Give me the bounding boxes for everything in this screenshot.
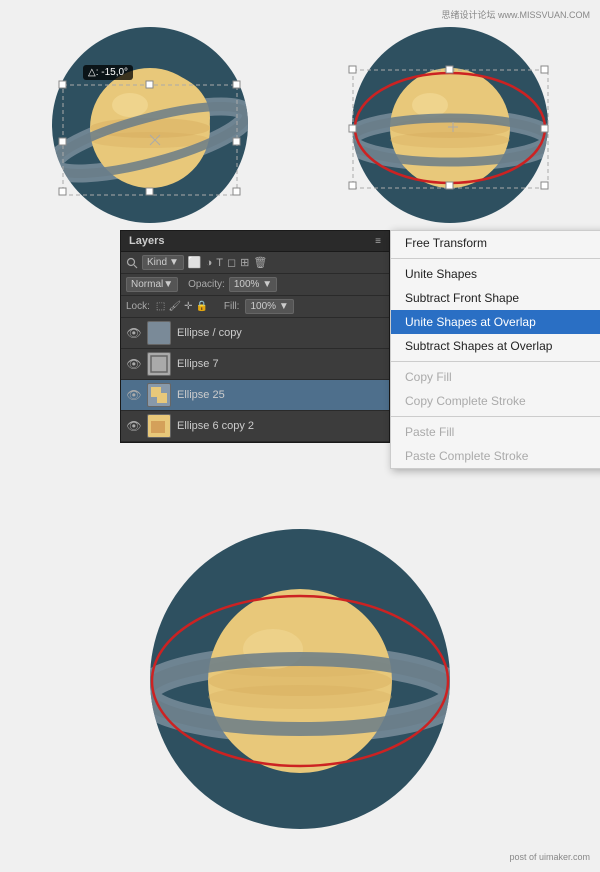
layer-visibility-toggle[interactable]: 👁 bbox=[127, 326, 141, 340]
menu-item-subtract-front[interactable]: Subtract Front Shape bbox=[391, 286, 600, 310]
watermark-bottom: post of uimaker.com bbox=[509, 852, 590, 862]
menu-item-paste-fill: Paste Fill bbox=[391, 420, 600, 444]
lock-icons: ⬚ 🖌 ✛ 🔒 bbox=[156, 301, 208, 312]
menu-item-unite-shapes[interactable]: Unite Shapes bbox=[391, 262, 600, 286]
saturn-right-svg bbox=[345, 10, 555, 225]
layer-thumbnail bbox=[147, 414, 171, 438]
layer-visibility-toggle[interactable]: 👁 bbox=[127, 357, 141, 371]
layer-thumbnail bbox=[147, 321, 171, 345]
smart-filter-icon[interactable]: ⊞ bbox=[240, 256, 249, 269]
menu-separator-3 bbox=[391, 416, 600, 417]
menu-item-unite-overlap[interactable]: Unite Shapes at Overlap bbox=[391, 310, 600, 334]
layers-title-bar: Layers ≡ bbox=[121, 231, 389, 252]
context-menu: Free Transform Unite Shapes Subtract Fro… bbox=[390, 230, 600, 469]
opacity-label: Opacity: bbox=[188, 279, 225, 290]
layer-item-ellipse6copy2[interactable]: 👁 Ellipse 6 copy 2 bbox=[121, 411, 389, 442]
layers-panel: Layers ≡ Kind ▼ ⬜ ◑ T ◻ ⊞ 🗑 Normal ▼ Opa… bbox=[120, 230, 390, 443]
lock-paint-icon[interactable]: 🖌 bbox=[168, 301, 181, 312]
layers-row3: Lock: ⬚ 🖌 ✛ 🔒 Fill: 100% ▼ bbox=[121, 296, 389, 318]
menu-item-copy-fill: Copy Fill bbox=[391, 365, 600, 389]
menu-item-subtract-overlap[interactable]: Subtract Shapes at Overlap bbox=[391, 334, 600, 358]
layer-name: Ellipse 25 bbox=[177, 389, 383, 401]
search-icon bbox=[126, 257, 138, 269]
kind-select[interactable]: Kind ▼ bbox=[142, 255, 184, 270]
bottom-saturn-section bbox=[140, 519, 460, 842]
menu-item-copy-complete-stroke: Copy Complete Stroke bbox=[391, 389, 600, 413]
layer-item-ellipse25[interactable]: 👁 Ellipse 25 bbox=[121, 380, 389, 411]
delete-filter-icon[interactable]: 🗑 bbox=[253, 256, 267, 269]
menu-item-free-transform[interactable]: Free Transform bbox=[391, 231, 600, 255]
blend-mode-select[interactable]: Normal ▼ bbox=[126, 277, 178, 292]
layer-thumbnail bbox=[147, 383, 171, 407]
lock-move-icon[interactable]: ✛ bbox=[184, 301, 192, 312]
lock-all-icon[interactable]: 🔒 bbox=[195, 301, 207, 312]
layers-title: Layers bbox=[129, 235, 164, 247]
saturn-left-svg bbox=[45, 10, 255, 225]
fill-label: Fill: bbox=[224, 301, 240, 312]
adjustment-filter-icon[interactable]: ◑ bbox=[206, 257, 213, 269]
saturn-bottom-svg bbox=[140, 519, 460, 839]
layer-name: Ellipse 7 bbox=[177, 358, 383, 370]
saturn-left-wrapper: △: -15,0° bbox=[45, 10, 255, 225]
menu-separator-2 bbox=[391, 361, 600, 362]
lock-transparency-icon[interactable]: ⬚ bbox=[156, 301, 165, 312]
layer-item-ellipse-copy[interactable]: 👁 Ellipse / copy bbox=[121, 318, 389, 349]
layer-name: Ellipse 6 copy 2 bbox=[177, 420, 383, 432]
layers-menu-icon[interactable]: ≡ bbox=[375, 236, 381, 247]
saturn-right-wrapper bbox=[345, 10, 555, 225]
layer-visibility-toggle[interactable]: 👁 bbox=[127, 388, 141, 402]
layer-visibility-toggle[interactable]: 👁 bbox=[127, 419, 141, 433]
type-filter-icon[interactable]: T bbox=[216, 257, 223, 269]
lock-label: Lock: bbox=[126, 301, 150, 312]
fill-field[interactable]: 100% ▼ bbox=[245, 299, 293, 314]
pixel-filter-icon[interactable]: ⬜ bbox=[188, 256, 202, 269]
menu-item-paste-complete-stroke: Paste Complete Stroke bbox=[391, 444, 600, 468]
watermark-top: 思绪设计论坛 www.MISSVUAN.COM bbox=[441, 8, 590, 21]
layer-thumbnail bbox=[147, 352, 171, 376]
menu-separator-1 bbox=[391, 258, 600, 259]
layer-item-ellipse7[interactable]: 👁 Ellipse 7 bbox=[121, 349, 389, 380]
layer-name: Ellipse / copy bbox=[177, 327, 383, 339]
layers-toolbar-row1: Kind ▼ ⬜ ◑ T ◻ ⊞ 🗑 bbox=[121, 252, 389, 274]
layers-row2: Normal ▼ Opacity: 100% ▼ bbox=[121, 274, 389, 296]
angle-label: △: -15,0° bbox=[83, 65, 133, 80]
opacity-field[interactable]: 100% ▼ bbox=[229, 277, 277, 292]
shape-filter-icon[interactable]: ◻ bbox=[227, 256, 236, 269]
